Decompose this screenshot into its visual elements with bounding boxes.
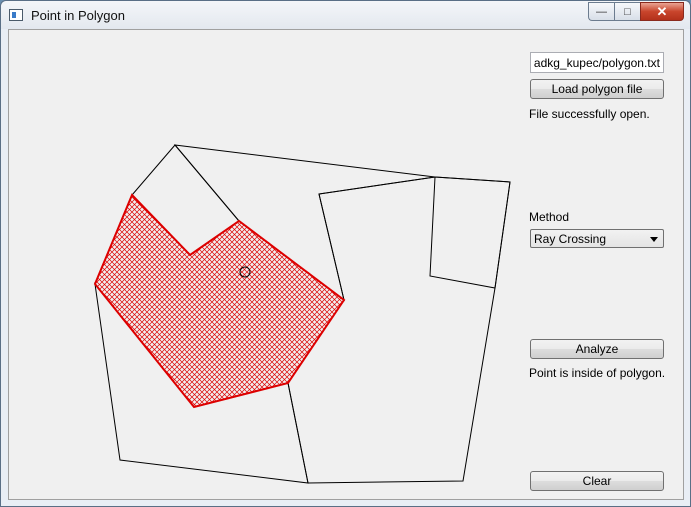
method-select[interactable]: Ray Crossing — [530, 229, 664, 248]
load-polygon-button[interactable]: Load polygon file — [530, 79, 664, 99]
method-label: Method — [529, 210, 570, 224]
analyze-button[interactable]: Analyze — [530, 339, 664, 359]
polygon-canvas[interactable] — [9, 30, 519, 499]
load-status-text: File successfully open. — [529, 107, 650, 121]
title-bar[interactable]: Point in Polygon — □ ✕ — [1, 1, 690, 29]
file-path-input[interactable] — [530, 52, 664, 73]
highlighted-polygon — [93, 193, 346, 409]
load-polygon-button-label: Load polygon file — [551, 82, 643, 96]
app-window: Point in Polygon — □ ✕ b/adkg_kupec/poly… — [0, 0, 691, 507]
method-selected-value: Ray Crossing — [534, 231, 607, 246]
chevron-down-icon — [650, 237, 658, 242]
main-panel: Load polygon file File successfully open… — [8, 29, 684, 500]
polygon-outline — [429, 176, 511, 289]
minimize-button[interactable]: — — [588, 2, 614, 21]
close-button[interactable]: ✕ — [640, 2, 684, 21]
minimize-icon: — — [596, 5, 607, 18]
window-controls: — □ ✕ — [588, 2, 684, 21]
maximize-button[interactable]: □ — [614, 2, 640, 21]
clear-button[interactable]: Clear — [530, 471, 664, 491]
analyze-button-label: Analyze — [575, 342, 619, 356]
close-icon: ✕ — [656, 3, 668, 19]
analyze-result-text: Point is inside of polygon. — [529, 366, 666, 380]
maximize-icon: □ — [624, 5, 631, 18]
window-title: Point in Polygon — [31, 8, 125, 23]
app-window-icon — [9, 9, 23, 21]
clear-button-label: Clear — [582, 474, 612, 488]
